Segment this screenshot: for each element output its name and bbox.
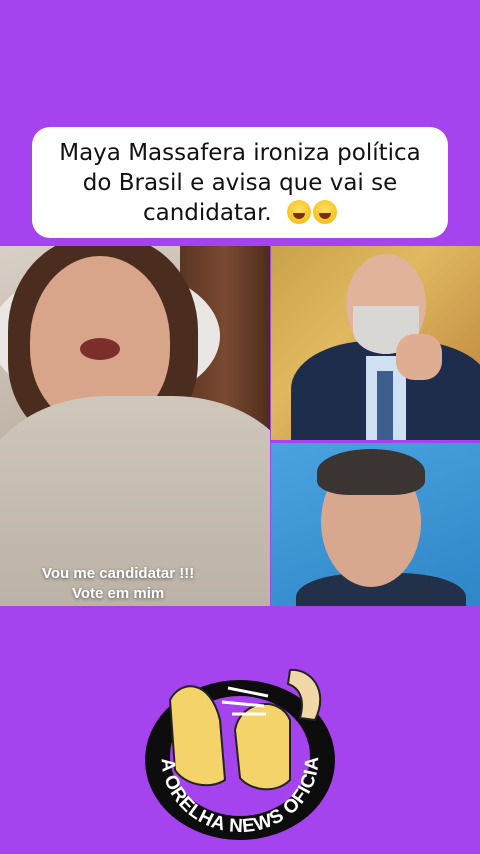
na-orelha-news-logo: NA ORELHA NEWS OFICIAL	[133, 644, 340, 842]
headline-line-1: Maya Massafera ironiza política	[59, 139, 421, 166]
photo-man-blue-background	[271, 443, 480, 606]
caption-line-2: Vote em mim	[72, 585, 165, 602]
photo-man-pointing	[271, 246, 480, 440]
laughing-emoji-icon	[285, 198, 338, 228]
headline-line-3: candidatar.	[142, 199, 272, 226]
headline-text: Maya Massafera ironiza política do Brasi…	[59, 138, 421, 228]
video-caption: Vou me candidatar !!! Vote em mim	[42, 564, 194, 604]
media-collage: Vou me candidatar !!! Vote em mim	[0, 246, 480, 606]
logo-graphic: NA ORELHA NEWS OFICIAL	[133, 644, 335, 840]
headline-line-2: do Brasil e avisa que vai se	[82, 169, 398, 196]
headline-card: Maya Massafera ironiza política do Brasi…	[32, 127, 448, 238]
video-frame-woman[interactable]: Vou me candidatar !!! Vote em mim	[0, 246, 270, 606]
caption-line-1: Vou me candidatar !!!	[42, 565, 195, 582]
